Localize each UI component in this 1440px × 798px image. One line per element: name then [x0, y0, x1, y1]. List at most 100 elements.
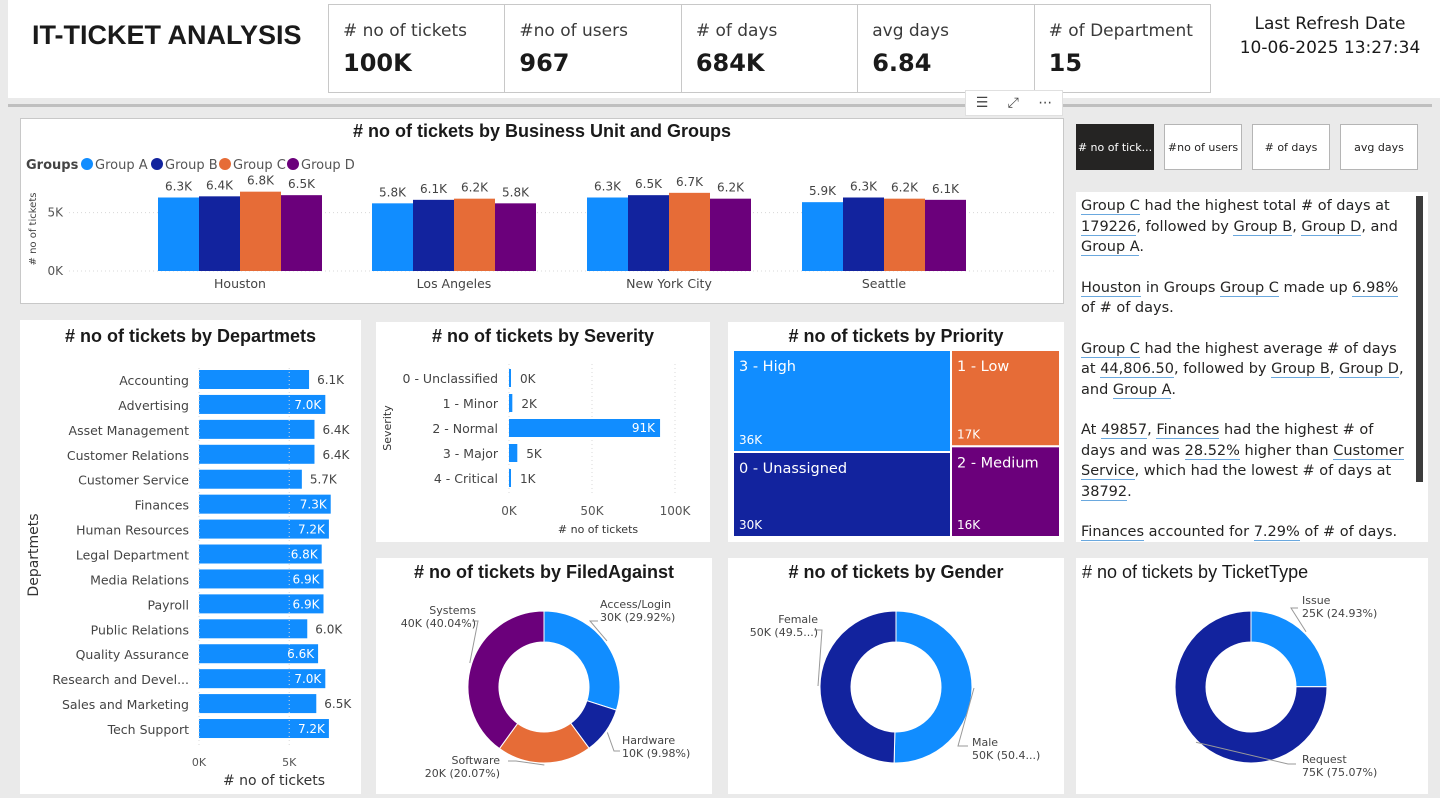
slice-name: Male: [972, 736, 998, 749]
bar: [925, 199, 966, 271]
refresh-label: Last Refresh Date: [1254, 14, 1406, 34]
category-label: Research and Devel...: [52, 672, 189, 687]
x-tick-label: New York City: [626, 276, 712, 291]
smart-narrative: Group C had the highest total # of days …: [1076, 192, 1428, 542]
data-label: 6.8K: [247, 174, 275, 188]
kpi-card-avg-days[interactable]: avg days 6.84: [858, 5, 1035, 92]
data-label: 6.0K: [315, 622, 343, 636]
narrative-highlight[interactable]: Finances: [1081, 524, 1145, 541]
narrative-highlight[interactable]: Group C: [1220, 279, 1279, 297]
narrative-highlight[interactable]: 49857: [1100, 422, 1148, 439]
business-unit-chart-panel[interactable]: # no of tickets by Business Unit and Gro…: [20, 118, 1064, 304]
narrative-highlight[interactable]: Group C: [1081, 340, 1140, 358]
data-label: 6.3K: [850, 180, 878, 194]
bar: [884, 198, 925, 271]
filter-icon[interactable]: ☰: [976, 95, 989, 111]
data-label: 5.9K: [809, 184, 837, 198]
bar: [413, 199, 454, 271]
slicer-button-tickets[interactable]: # no of tick...: [1076, 124, 1154, 170]
narrative-highlight[interactable]: 28.52%: [1184, 442, 1240, 460]
visual-header-toolbar: ☰ ⤢ ⋯: [965, 90, 1063, 116]
kpi-value: 6.84: [872, 49, 932, 77]
narrative-highlight[interactable]: Group D: [1301, 218, 1362, 236]
legend-label: Group D: [301, 158, 355, 173]
category-label: Sales and Marketing: [62, 697, 189, 712]
bar: [509, 394, 513, 412]
slice-value: 30K (29.92%): [600, 611, 675, 624]
gender-chart-panel[interactable]: # no of tickets by Gender Male 50K (50.4.…: [728, 558, 1064, 794]
narrative-paragraph: Houston in Groups Group C made up 6.98% …: [1081, 278, 1408, 319]
slice-name: Systems: [429, 604, 476, 617]
narrative-highlight[interactable]: Group B: [1271, 361, 1330, 378]
narrative-highlight[interactable]: 44,806.50: [1100, 361, 1174, 378]
data-label: 6.1K: [420, 182, 448, 196]
narrative-highlight[interactable]: 38792: [1081, 483, 1128, 501]
bar: [199, 619, 308, 639]
data-label: 6.9K: [293, 597, 321, 611]
narrative-highlight[interactable]: Finances: [1156, 422, 1220, 439]
slice-value: 75K (75.07%): [1302, 766, 1377, 779]
bar: [199, 444, 315, 464]
data-label: 6.4K: [322, 423, 350, 437]
kpi-card-days[interactable]: # of days 684K: [682, 5, 859, 92]
priority-chart-panel[interactable]: # no of tickets by Priority 3 - High 36K 0…: [728, 322, 1064, 542]
header-divider: [8, 104, 1432, 107]
kpi-card-departments[interactable]: # of Department 15: [1035, 5, 1210, 92]
donut-slice: [893, 610, 973, 764]
narrative-highlight[interactable]: 179226: [1081, 218, 1137, 236]
data-label: 6.9K: [293, 572, 321, 586]
narrative-highlight[interactable]: Group D: [1339, 361, 1399, 378]
bar: [199, 370, 310, 389]
departments-chart-panel[interactable]: # no of tickets by Departmets Accounting…: [20, 320, 361, 794]
data-label: 6.5K: [324, 697, 352, 711]
narrative-scrollbar[interactable]: [1416, 196, 1423, 482]
narrative-highlight[interactable]: 7.29%: [1253, 524, 1300, 541]
narrative-text: in Groups: [1141, 279, 1221, 296]
bar: [281, 195, 322, 271]
bar: [454, 198, 495, 271]
tile-label: 2 - Medium: [957, 455, 1039, 471]
data-label: 7.0K: [294, 398, 322, 412]
x-tick-label: Seattle: [862, 276, 907, 291]
category-label: 0 - Unclassified: [403, 371, 498, 386]
narrative-paragraph: Group C had the highest average # of day…: [1081, 339, 1408, 401]
bar: [509, 369, 511, 387]
tile-value: 30K: [739, 518, 763, 532]
kpi-label: # of Department: [1048, 21, 1193, 41]
focus-mode-icon[interactable]: ⤢: [1008, 95, 1019, 111]
kpi-card-users[interactable]: #no of users 967: [505, 5, 682, 92]
slicer-button-avg-days[interactable]: avg days: [1340, 124, 1418, 170]
category-label: Advertising: [118, 398, 189, 413]
refresh-value: 10-06-2025 13:27:34: [1239, 38, 1421, 58]
filed-against-chart-panel[interactable]: # no of tickets by FiledAgainst Access/L…: [376, 558, 712, 794]
narrative-text: of # of days.: [1299, 524, 1398, 540]
more-options-icon[interactable]: ⋯: [1038, 95, 1052, 111]
y-axis-label: Severity: [381, 405, 394, 451]
tile-value: 17K: [957, 427, 981, 441]
narrative-highlight[interactable]: Group A: [1112, 381, 1172, 399]
narrative-highlight[interactable]: Houston: [1081, 279, 1142, 297]
kpi-card-tickets[interactable]: # no of tickets 100K: [329, 5, 506, 92]
data-label: 5.7K: [310, 473, 338, 487]
kpi-label: avg days: [872, 21, 950, 41]
slicer-button-days[interactable]: # of days: [1252, 124, 1330, 170]
severity-chart-panel[interactable]: # no of tickets by Severity 0K 50K 100K 0 -…: [376, 322, 710, 542]
narrative-paragraph: Group C had the highest total # of days …: [1081, 196, 1408, 258]
narrative-highlight[interactable]: Group A: [1081, 239, 1140, 256]
ticket-type-chart-panel[interactable]: # no of tickets by TicketType Issue 25K (…: [1076, 558, 1428, 794]
narrative-highlight[interactable]: Group C: [1081, 198, 1140, 215]
gender-donut: Male50K (50.4...) Female50K (49.5...): [750, 610, 1040, 764]
narrative-text: .: [1127, 483, 1132, 500]
tile-value: 16K: [957, 518, 981, 532]
narrative-highlight[interactable]: 6.98%: [1352, 279, 1399, 297]
data-label: 6.2K: [891, 181, 919, 195]
category-label: Finances: [135, 498, 189, 513]
legend-label: Group B: [165, 158, 218, 173]
slicer-button-users[interactable]: #no of users: [1164, 124, 1242, 170]
narrative-highlight[interactable]: Group B: [1233, 218, 1293, 236]
donut-slice: [467, 610, 545, 750]
bar: [240, 191, 281, 271]
slice-value: 25K (24.93%): [1302, 607, 1377, 620]
donut-slice: [1250, 610, 1328, 688]
y-tick-label: 5K: [47, 206, 64, 220]
